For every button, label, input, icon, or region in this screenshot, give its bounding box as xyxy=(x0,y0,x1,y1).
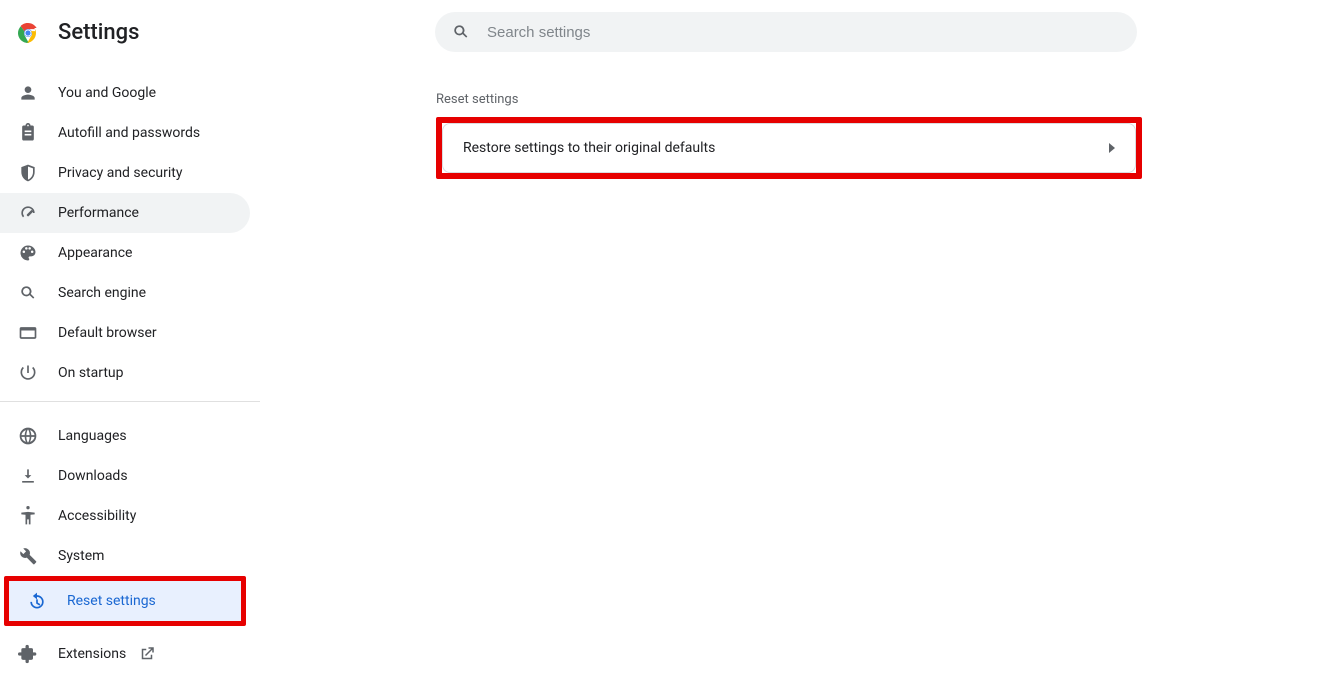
sidebar: Settings You and Google Autofill and pas… xyxy=(0,0,260,673)
clipboard-icon xyxy=(18,123,38,143)
extension-icon xyxy=(18,644,38,664)
sidebar-item-label: Performance xyxy=(58,205,139,221)
sidebar-item-label: Autofill and passwords xyxy=(58,125,200,141)
sidebar-item-label: Search engine xyxy=(58,285,146,301)
sidebar-item-label: System xyxy=(58,548,104,564)
palette-icon xyxy=(18,243,38,263)
search-bar[interactable] xyxy=(435,12,1137,52)
download-icon xyxy=(18,466,38,486)
restore-icon xyxy=(27,591,47,611)
sidebar-item-label: On startup xyxy=(58,365,124,381)
sidebar-group-1: You and Google Autofill and passwords Pr… xyxy=(0,55,260,393)
sidebar-item-label: Default browser xyxy=(58,325,157,341)
sidebar-item-label: Accessibility xyxy=(58,508,136,524)
person-icon xyxy=(18,83,38,103)
reset-section: Reset settings Restore settings to their… xyxy=(436,92,1142,179)
sidebar-item-extensions[interactable]: Extensions xyxy=(0,626,260,664)
sidebar-item-reset-settings[interactable]: Reset settings xyxy=(9,581,241,621)
accessibility-icon xyxy=(18,506,38,526)
search-icon xyxy=(451,22,471,42)
globe-icon xyxy=(18,426,38,446)
sidebar-item-label: Extensions xyxy=(58,646,126,662)
browser-icon xyxy=(18,323,38,343)
sidebar-item-system[interactable]: System xyxy=(0,536,250,576)
sidebar-item-label: You and Google xyxy=(58,85,156,101)
search-icon xyxy=(18,283,38,303)
sidebar-item-label: Reset settings xyxy=(67,593,156,609)
page-title: Settings xyxy=(58,20,139,45)
main-content: Reset settings Restore settings to their… xyxy=(260,0,1341,673)
annotation-highlight-sidebar: Reset settings xyxy=(4,576,246,626)
open-in-new-icon xyxy=(138,645,156,663)
sidebar-item-privacy[interactable]: Privacy and security xyxy=(0,153,250,193)
sidebar-item-label: Downloads xyxy=(58,468,128,484)
shield-icon xyxy=(18,163,38,183)
sidebar-item-on-startup[interactable]: On startup xyxy=(0,353,250,393)
chrome-logo-icon xyxy=(16,21,40,45)
reset-card: Restore settings to their original defau… xyxy=(442,123,1136,173)
sidebar-header: Settings xyxy=(0,12,260,55)
restore-defaults-row[interactable]: Restore settings to their original defau… xyxy=(443,124,1135,172)
sidebar-divider xyxy=(0,401,260,402)
sidebar-item-label: Appearance xyxy=(58,245,132,261)
annotation-highlight-card: Restore settings to their original defau… xyxy=(436,117,1142,179)
sidebar-group-2: Languages Downloads Accessibility System xyxy=(0,410,260,626)
speedometer-icon xyxy=(18,203,38,223)
sidebar-item-label: Languages xyxy=(58,428,127,444)
sidebar-item-you-and-google[interactable]: You and Google xyxy=(0,73,250,113)
sidebar-item-appearance[interactable]: Appearance xyxy=(0,233,250,273)
chevron-right-icon xyxy=(1109,143,1115,153)
sidebar-item-label: Privacy and security xyxy=(58,165,182,181)
sidebar-item-autofill[interactable]: Autofill and passwords xyxy=(0,113,250,153)
sidebar-item-languages[interactable]: Languages xyxy=(0,416,250,456)
search-input[interactable] xyxy=(485,23,1121,42)
wrench-icon xyxy=(18,546,38,566)
sidebar-item-accessibility[interactable]: Accessibility xyxy=(0,496,250,536)
row-label: Restore settings to their original defau… xyxy=(463,140,715,156)
sidebar-item-default-browser[interactable]: Default browser xyxy=(0,313,250,353)
sidebar-item-performance[interactable]: Performance xyxy=(0,193,250,233)
sidebar-item-search-engine[interactable]: Search engine xyxy=(0,273,250,313)
sidebar-item-downloads[interactable]: Downloads xyxy=(0,456,250,496)
power-icon xyxy=(18,363,38,383)
section-title: Reset settings xyxy=(436,92,1142,107)
